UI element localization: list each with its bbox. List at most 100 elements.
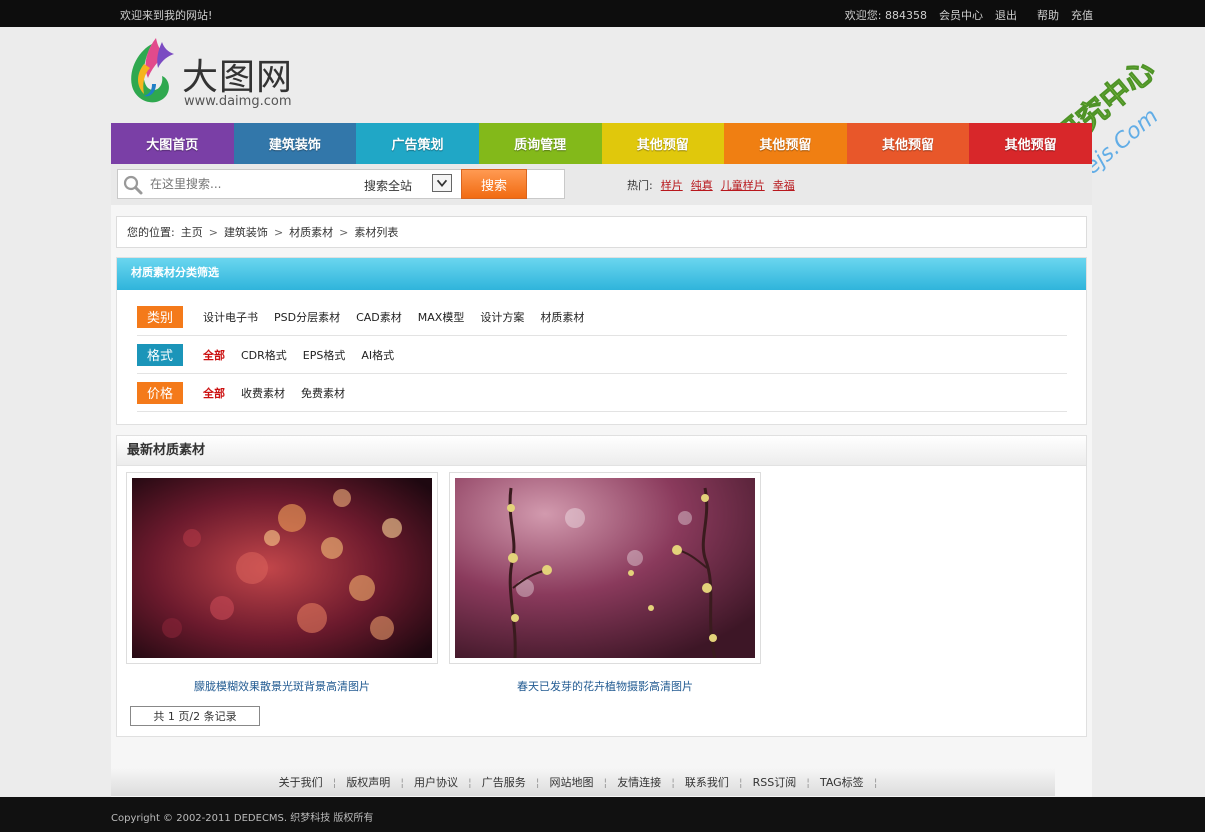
breadcrumb-item[interactable]: 主页 — [181, 224, 203, 240]
filter-option[interactable]: MAX模型 — [418, 309, 465, 325]
bottom-bar: Copyright © 2002-2011 DEDECMS. 织梦科技 版权所有 — [0, 797, 1205, 832]
filter-option[interactable]: PSD分层素材 — [274, 309, 340, 325]
footer-separator: ¦ — [738, 775, 743, 789]
search-input[interactable] — [148, 174, 348, 194]
member-center-link[interactable]: 会员中心 — [939, 7, 983, 23]
help-link[interactable]: 帮助 — [1037, 7, 1059, 23]
nav-label: 其他预留 — [1004, 138, 1057, 153]
nav-label: 质询管理 — [514, 138, 567, 153]
footer-separator: ¦ — [332, 775, 337, 789]
footer-separator: ¦ — [806, 775, 810, 789]
main-panel: 您的位置: 主页 > 建筑装饰 > 材质素材 > 素材列表 材质素材分类筛选 类… — [111, 205, 1092, 797]
filter-option[interactable]: EPS格式 — [303, 347, 346, 363]
filter-tag: 格式 — [137, 343, 183, 366]
filter-tag: 类别 — [137, 305, 183, 328]
breadcrumb-item[interactable]: 建筑装饰 — [224, 224, 268, 240]
copyright-text: Copyright © 2002-2011 DEDECMS. 织梦科技 版权所有 — [111, 813, 374, 824]
hot-searches: 热门: 样片 纯真 儿童样片 幸福 — [627, 177, 795, 193]
nav-label: 建筑装饰 — [268, 138, 321, 153]
logo-url: www.daimg.com — [184, 94, 292, 109]
site-logo[interactable]: 大图网 www.daimg.com — [122, 34, 322, 114]
filter-option[interactable]: CDR格式 — [241, 347, 287, 363]
filter-row-format: 格式 全部 CDR格式 EPS格式 AI格式 — [137, 336, 1067, 374]
footer-link-rss[interactable]: RSS订阅 — [753, 774, 797, 790]
nav-label: 其他预留 — [882, 138, 935, 153]
latest-materials: 最新材质素材 朦胧模糊效果散景光斑背景高清图片 春天已发芽的花卉植物摄影高清图片… — [116, 435, 1087, 737]
hot-label: 热门: — [627, 179, 653, 192]
material-caption[interactable]: 春天已发芽的花卉植物摄影高清图片 — [449, 678, 761, 694]
logo-name: 大图网 — [182, 57, 294, 98]
breadcrumb-item[interactable]: 材质素材 — [289, 224, 333, 240]
top-links: 欢迎您: 884358 会员中心 退出 帮助 充值 — [845, 7, 1093, 23]
footer-link-contact[interactable]: 联系我们 — [685, 774, 729, 790]
bokeh-thumbnail-image[interactable] — [132, 478, 432, 658]
hot-link[interactable]: 纯真 — [691, 177, 713, 193]
footer-separator: ¦ — [603, 775, 608, 789]
footer-link-ads[interactable]: 广告服务 — [482, 774, 526, 790]
filter-option[interactable]: 设计电子书 — [203, 309, 258, 325]
filter-option-selected[interactable]: 全部 — [203, 347, 225, 363]
main-nav: 大图首页 建筑装饰 广告策划 质询管理 其他预留 其他预留 其他预留 其他预留 — [111, 123, 1092, 164]
footer-separator: ¦ — [468, 775, 472, 789]
material-caption[interactable]: 朦胧模糊效果散景光斑背景高清图片 — [126, 678, 438, 694]
footer-separator: ¦ — [671, 775, 675, 789]
footer-link-tags[interactable]: TAG标签 — [820, 774, 864, 790]
filter-option[interactable]: 收费素材 — [241, 385, 285, 401]
nav-item-consulting[interactable]: 质询管理 — [478, 123, 602, 164]
footer-separator: ¦ — [400, 775, 405, 789]
recharge-link[interactable]: 充值 — [1071, 7, 1093, 23]
hot-link[interactable]: 幸福 — [773, 177, 795, 193]
welcome-text: 欢迎来到我的网站! — [120, 9, 213, 22]
nav-label: 广告策划 — [391, 138, 444, 153]
top-bar: 欢迎来到我的网站! 欢迎您: 884358 会员中心 退出 帮助 充值 — [0, 0, 1205, 27]
user-greeting: 欢迎您: 884358 — [844, 9, 927, 22]
thumbnail-frame — [449, 472, 761, 664]
hot-link[interactable]: 儿童样片 — [721, 177, 765, 193]
filter-option[interactable]: 材质素材 — [540, 309, 584, 325]
filter-option[interactable]: 免费素材 — [301, 385, 345, 401]
footer-links: 关于我们 ¦ 版权声明 ¦ 用户协议 ¦ 广告服务 ¦ 网站地图 ¦ 友情连接 ¦ 联系我们… — [111, 768, 1055, 796]
nav-item-architecture[interactable]: 建筑装饰 — [233, 123, 357, 164]
nav-item-reserved-1[interactable]: 其他预留 — [601, 123, 725, 164]
search-icon — [123, 175, 143, 195]
nav-item-advertising[interactable]: 广告策划 — [356, 123, 479, 164]
footer-link-about[interactable]: 关于我们 — [279, 774, 323, 790]
footer-link-copyright[interactable]: 版权声明 — [346, 774, 390, 790]
footer-link-friends[interactable]: 友情连接 — [617, 774, 661, 790]
hot-link[interactable]: 样片 — [661, 177, 683, 193]
footer-separator: ¦ — [873, 775, 878, 789]
nav-item-reserved-2[interactable]: 其他预留 — [724, 123, 847, 164]
filter-option-selected[interactable]: 全部 — [203, 385, 225, 401]
filter-tag: 价格 — [137, 381, 183, 404]
nav-item-home[interactable]: 大图首页 — [111, 123, 234, 164]
material-card[interactable]: 春天已发芽的花卉植物摄影高清图片 — [449, 472, 761, 694]
nav-label: 其他预留 — [759, 138, 812, 153]
spring-buds-thumbnail-image[interactable] — [455, 478, 755, 659]
filter-option[interactable]: 设计方案 — [480, 309, 524, 325]
footer-separator: ¦ — [535, 775, 540, 789]
breadcrumb-separator-icon: > — [339, 225, 349, 239]
search-button[interactable]: 搜索 — [461, 169, 527, 199]
breadcrumb-prefix: 您的位置: — [127, 226, 175, 239]
chevron-down-icon[interactable] — [432, 174, 452, 192]
search-scope-select[interactable]: 搜索全站 — [364, 177, 412, 194]
nav-item-reserved-3[interactable]: 其他预留 — [846, 123, 970, 164]
breadcrumb-item[interactable]: 素材列表 — [354, 224, 398, 240]
material-card[interactable]: 朦胧模糊效果散景光斑背景高清图片 — [126, 472, 438, 694]
category-filter: 材质素材分类筛选 类别 设计电子书 PSD分层素材 CAD素材 MAX模型 设计… — [116, 257, 1087, 425]
filter-title: 材质素材分类筛选 — [117, 258, 1086, 290]
thumbnail-frame — [126, 472, 438, 664]
breadcrumb-separator-icon: > — [208, 225, 218, 239]
footer-link-agreement[interactable]: 用户协议 — [414, 774, 458, 790]
filter-option[interactable]: AI格式 — [361, 347, 394, 363]
latest-title: 最新材质素材 — [117, 436, 1086, 466]
nav-item-reserved-4[interactable]: 其他预留 — [969, 123, 1092, 164]
breadcrumb-separator-icon: > — [273, 225, 284, 239]
filter-row-price: 价格 全部 收费素材 免费素材 — [137, 374, 1067, 412]
footer-link-sitemap[interactable]: 网站地图 — [549, 774, 593, 790]
logo-flame-icon — [131, 38, 174, 103]
pagination-summary: 共 1 页/2 条记录 — [130, 706, 260, 726]
logout-link[interactable]: 退出 — [995, 7, 1017, 23]
filter-option[interactable]: CAD素材 — [356, 309, 402, 325]
search-bar: 搜索全站 搜索 热门: 样片 纯真 儿童样片 幸福 — [111, 164, 1092, 205]
